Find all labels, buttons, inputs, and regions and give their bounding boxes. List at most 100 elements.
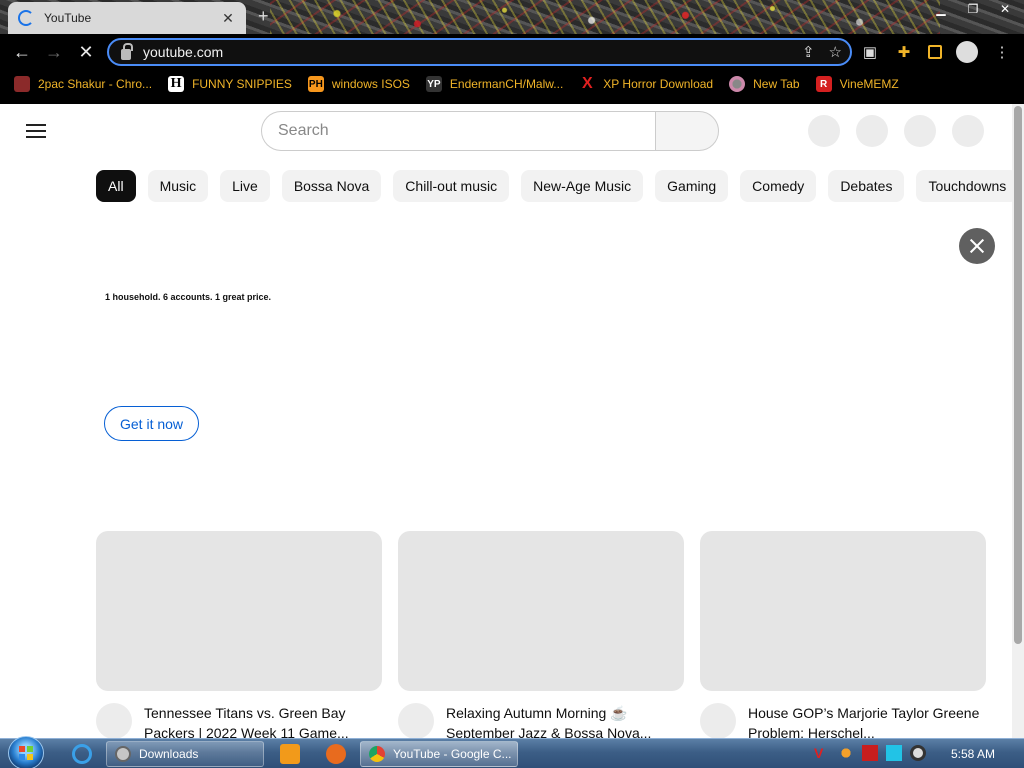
bookmark-vinememz[interactable]: R VineMEMZ: [815, 76, 899, 92]
tab-title: YouTube: [44, 11, 92, 25]
video-thumbnail[interactable]: [700, 531, 986, 691]
bookmark-label: windows ISOS: [331, 77, 410, 91]
chip-touchdowns[interactable]: Touchdowns: [916, 170, 1012, 202]
tab-youtube[interactable]: YouTube ✕: [8, 2, 246, 34]
windows-taskbar: Downloads YouTube - Google C... V 5:58 A…: [0, 736, 1024, 768]
video-title[interactable]: Tennessee Titans vs. Green Bay Packers |…: [144, 703, 382, 738]
taskbar-downloads[interactable]: Downloads: [106, 741, 264, 767]
close-tab-icon[interactable]: ✕: [220, 10, 236, 27]
taskbar-item-label: Downloads: [139, 747, 199, 761]
extension-icon[interactable]: ▣: [860, 43, 880, 61]
channel-avatar[interactable]: [700, 703, 736, 738]
antivirus-tray-icon[interactable]: V: [814, 745, 830, 761]
chip-new-age-music[interactable]: New-Age Music: [521, 170, 644, 202]
header-placeholder-icon[interactable]: [856, 115, 888, 147]
stop-loading-icon[interactable]: ✕: [70, 36, 102, 68]
promo-close-icon[interactable]: [959, 228, 995, 264]
bookmarks-bar: 2pac Shakur - Chro... H FUNNY SNIPPIES P…: [0, 70, 1024, 98]
youtube-page: All Music Live Bossa Nova Chill-out musi…: [0, 104, 1012, 738]
taskbar-item-label: YouTube - Google C...: [393, 747, 512, 761]
chip-all[interactable]: All: [96, 170, 136, 202]
taskbar-clock[interactable]: 5:58 AM: [951, 747, 995, 761]
header-actions: [808, 115, 984, 147]
chip-bossa-nova[interactable]: Bossa Nova: [281, 170, 382, 202]
chrome-icon: [369, 746, 385, 762]
share-icon[interactable]: ⇪: [802, 43, 815, 61]
chip-debates[interactable]: Debates: [828, 170, 905, 202]
header-placeholder-icon[interactable]: [952, 115, 984, 147]
extensions-puzzle-icon[interactable]: ✚: [894, 43, 914, 61]
bookmark-xp-horror[interactable]: X XP Horror Download: [579, 75, 713, 92]
network-tray-icon[interactable]: [886, 745, 902, 761]
get-it-now-button[interactable]: Get it now: [104, 406, 200, 441]
menu-kebab-icon[interactable]: ⋮: [992, 43, 1012, 61]
r-favicon-icon: R: [815, 76, 832, 92]
yp-favicon-icon: YP: [425, 76, 442, 92]
media-player-icon[interactable]: [280, 744, 300, 764]
video-card[interactable]: Tennessee Titans vs. Green Bay Packers |…: [96, 531, 382, 738]
header-placeholder-icon[interactable]: [904, 115, 936, 147]
page-scrollbar[interactable]: [1012, 104, 1024, 738]
side-panel-icon[interactable]: [928, 45, 942, 59]
ph-favicon-icon: PH: [307, 76, 324, 92]
folder-icon: [115, 746, 131, 762]
internet-explorer-icon[interactable]: [72, 744, 92, 764]
search-box[interactable]: [261, 111, 656, 151]
browser-toolbar: ← → ✕ youtube.com ⇪ ☆ ▣ ✚ ⋮: [0, 34, 1024, 70]
bookmark-2pac[interactable]: 2pac Shakur - Chro...: [14, 76, 152, 92]
forward-arrow-icon[interactable]: →: [38, 36, 70, 68]
video-title[interactable]: House GOP’s Marjorie Taylor Greene Probl…: [748, 703, 986, 738]
wallpaper-pattern: [270, 0, 940, 34]
tray-app-icon[interactable]: [838, 745, 854, 761]
system-tray: V: [814, 745, 926, 761]
chip-chill-out-music[interactable]: Chill-out music: [393, 170, 510, 202]
2pac-favicon-icon: [14, 76, 30, 92]
chip-music[interactable]: Music: [147, 170, 209, 202]
profile-avatar-icon[interactable]: [956, 41, 978, 63]
taskbar-chrome[interactable]: YouTube - Google C...: [360, 741, 518, 767]
new-tab-icon[interactable]: +: [258, 6, 269, 27]
volume-tray-icon[interactable]: [910, 745, 926, 761]
app-icon[interactable]: [326, 744, 346, 764]
promo-text: 1 household. 6 accounts. 1 great price.: [105, 292, 272, 302]
lock-icon[interactable]: [121, 42, 133, 60]
chip-comedy[interactable]: Comedy: [740, 170, 817, 202]
restore-icon[interactable]: ❐: [960, 0, 986, 18]
address-bar[interactable]: youtube.com ⇪ ☆: [107, 38, 852, 66]
flag-tray-icon[interactable]: [862, 745, 878, 761]
header-placeholder-icon[interactable]: [808, 115, 840, 147]
video-card[interactable]: Relaxing Autumn Morning ☕ September Jazz…: [398, 531, 684, 738]
chip-gaming[interactable]: Gaming: [655, 170, 729, 202]
back-arrow-icon[interactable]: ←: [6, 36, 38, 68]
channel-avatar[interactable]: [96, 703, 132, 738]
video-thumbnail[interactable]: [96, 531, 382, 691]
bookmark-windows-isos[interactable]: PH windows ISOS: [307, 76, 410, 92]
search-input[interactable]: [278, 122, 656, 140]
video-thumbnail[interactable]: [398, 531, 684, 691]
search-button[interactable]: [655, 111, 719, 151]
video-title[interactable]: Relaxing Autumn Morning ☕ September Jazz…: [446, 703, 684, 738]
filter-chips: All Music Live Bossa Nova Chill-out musi…: [96, 170, 1012, 204]
close-window-icon[interactable]: ✕: [992, 0, 1018, 18]
url-text[interactable]: youtube.com: [143, 44, 223, 60]
h-favicon-icon: H: [168, 76, 185, 92]
chip-live[interactable]: Live: [220, 170, 270, 202]
x-favicon-icon: X: [581, 75, 593, 92]
bookmark-funny-snippies[interactable]: H FUNNY SNIPPIES: [168, 76, 292, 92]
start-button-icon[interactable]: [8, 736, 44, 768]
newtab-favicon-icon: [729, 76, 746, 92]
bookmark-label: FUNNY SNIPPIES: [192, 77, 292, 91]
video-grid: Tennessee Titans vs. Green Bay Packers |…: [96, 531, 986, 738]
hamburger-menu-icon[interactable]: [26, 124, 46, 138]
scrollbar-thumb[interactable]: [1014, 106, 1022, 644]
bookmark-endermanch[interactable]: YP EndermanCH/Malw...: [425, 76, 563, 92]
bookmark-label: New Tab: [753, 77, 800, 91]
bookmark-star-icon[interactable]: ☆: [829, 43, 842, 61]
channel-avatar[interactable]: [398, 703, 434, 738]
bookmark-new-tab[interactable]: New Tab: [729, 76, 800, 92]
video-card[interactable]: House GOP’s Marjorie Taylor Greene Probl…: [700, 531, 986, 738]
minimize-icon[interactable]: ▁: [928, 0, 954, 18]
loading-spinner-icon: [18, 10, 34, 26]
window-controls: ▁ ❐ ✕: [928, 0, 1018, 18]
bookmark-label: 2pac Shakur - Chro...: [38, 77, 153, 91]
